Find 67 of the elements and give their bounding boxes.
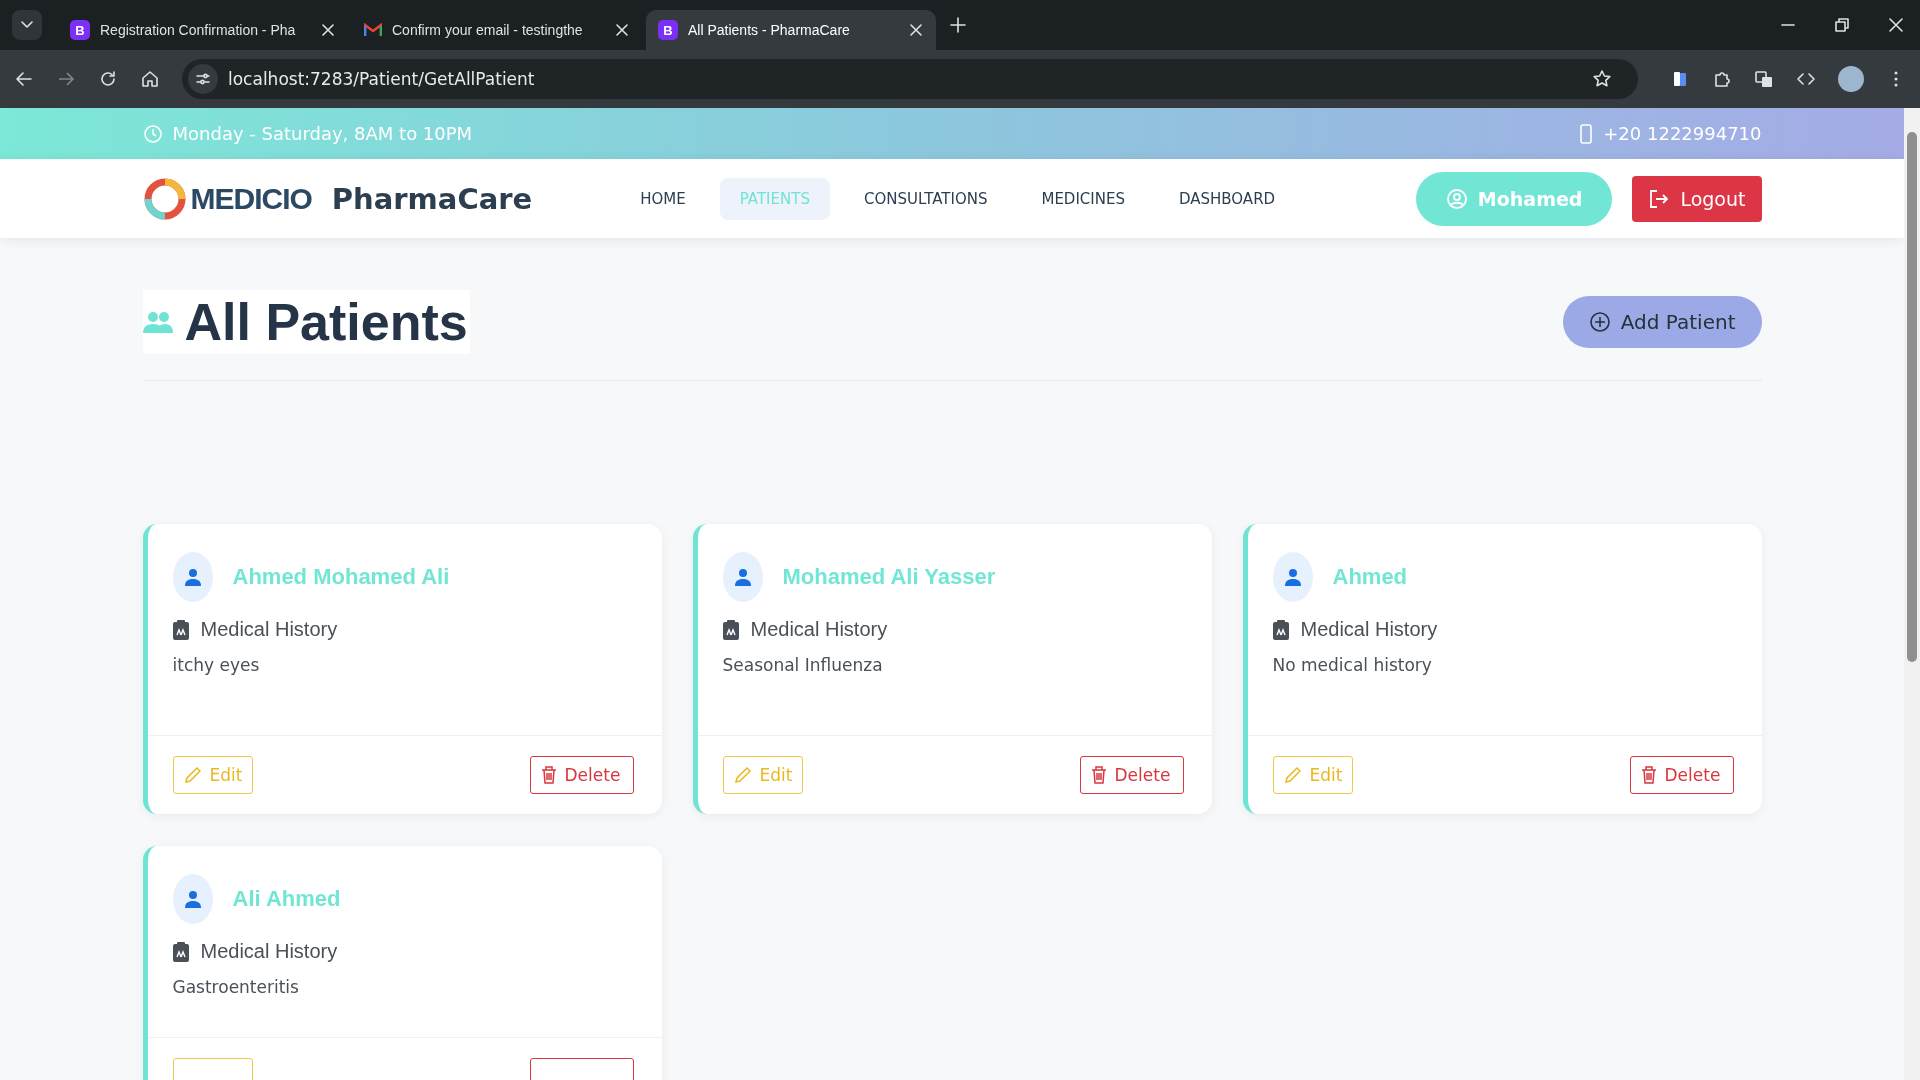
delete-button[interactable]: Delete <box>529 756 634 794</box>
trash-icon <box>1090 766 1107 784</box>
page-title: All Patients <box>184 292 468 352</box>
medical-history-label: Medical History <box>200 618 338 641</box>
nav-link[interactable]: DASHBOARD <box>1158 177 1296 220</box>
new-tab-icon[interactable] <box>948 15 968 35</box>
puzzle-icon[interactable] <box>1712 69 1732 89</box>
scrollbar[interactable] <box>1904 108 1920 1080</box>
medical-history-text: Gastroenteritis <box>172 977 300 997</box>
trash-icon <box>540 766 557 784</box>
user-icon <box>184 890 201 908</box>
chevron-down-icon <box>21 21 33 29</box>
clipboard-icon <box>722 619 739 640</box>
pencil-icon <box>1283 766 1302 784</box>
phone-icon <box>1579 123 1594 144</box>
close-icon[interactable] <box>614 22 630 38</box>
browser-tab[interactable]: B All Patients - PharmaCare <box>646 10 936 50</box>
browser-tab[interactable]: B Registration Confirmation - Pha <box>58 10 348 50</box>
plus-circle-icon <box>1588 311 1611 333</box>
address-bar[interactable]: localhost:7283/Patient/GetAllPatient <box>182 59 1638 99</box>
medical-history-text: itchy eyes <box>172 655 261 675</box>
ring-logo-icon <box>142 176 187 221</box>
close-icon[interactable] <box>320 22 336 38</box>
tab-search-button[interactable] <box>12 10 42 40</box>
trash-icon <box>1640 766 1657 784</box>
mail-tab-icon <box>364 23 382 37</box>
clipboard-icon <box>1272 619 1289 640</box>
user-circle-icon <box>1445 187 1468 210</box>
reload-icon[interactable] <box>98 69 118 89</box>
logout-button[interactable]: Logout <box>1632 175 1762 222</box>
pencil-icon <box>733 766 752 784</box>
restore-icon[interactable] <box>1834 17 1850 33</box>
users-icon <box>142 310 173 334</box>
phone-number: +20 1222994710 <box>1603 123 1762 144</box>
star-icon[interactable] <box>1592 69 1612 89</box>
user-icon <box>1284 568 1301 586</box>
back-arrow-icon[interactable] <box>14 69 34 89</box>
medical-history-label: Medical History <box>750 618 888 641</box>
logo-text[interactable]: MEDICIO <box>190 181 312 216</box>
brand-name[interactable]: PharmaCare <box>331 181 533 216</box>
nav-link[interactable]: MEDICINES <box>1021 177 1145 220</box>
delete-button[interactable]: Delete <box>1079 756 1184 794</box>
close-icon[interactable] <box>1888 17 1904 33</box>
close-icon[interactable] <box>908 22 924 38</box>
nav-link[interactable]: HOME <box>620 177 706 220</box>
home-icon[interactable] <box>140 69 160 89</box>
profile-avatar[interactable] <box>1838 66 1864 92</box>
medical-history-text: Seasonal Influenza <box>722 655 884 675</box>
nav-link[interactable]: CONSULTATIONS <box>843 177 1008 220</box>
pencil-icon <box>183 766 202 784</box>
medical-history-label: Medical History <box>200 940 338 963</box>
url-text: localhost:7283/Patient/GetAllPatient <box>228 69 536 89</box>
logout-icon <box>1648 187 1671 210</box>
add-patient-button[interactable]: Add Patient <box>1562 296 1762 348</box>
opening-hours: Monday - Saturday, 8AM to 10PM <box>172 123 473 144</box>
delete-button[interactable]: Delete <box>1629 756 1734 794</box>
clipboard-icon <box>172 941 189 962</box>
medical-history-text: No medical history <box>1272 655 1433 675</box>
clock-icon <box>142 123 163 144</box>
site-tab-icon: B <box>658 20 678 40</box>
site-settings-icon[interactable] <box>195 71 211 87</box>
clipboard-icon <box>172 619 189 640</box>
medical-history-label: Medical History <box>1300 618 1438 641</box>
user-icon <box>734 568 751 586</box>
user-icon <box>184 568 201 586</box>
browser-tab[interactable]: Confirm your email - testingthe <box>352 10 642 50</box>
site-tab-icon: B <box>70 20 90 40</box>
